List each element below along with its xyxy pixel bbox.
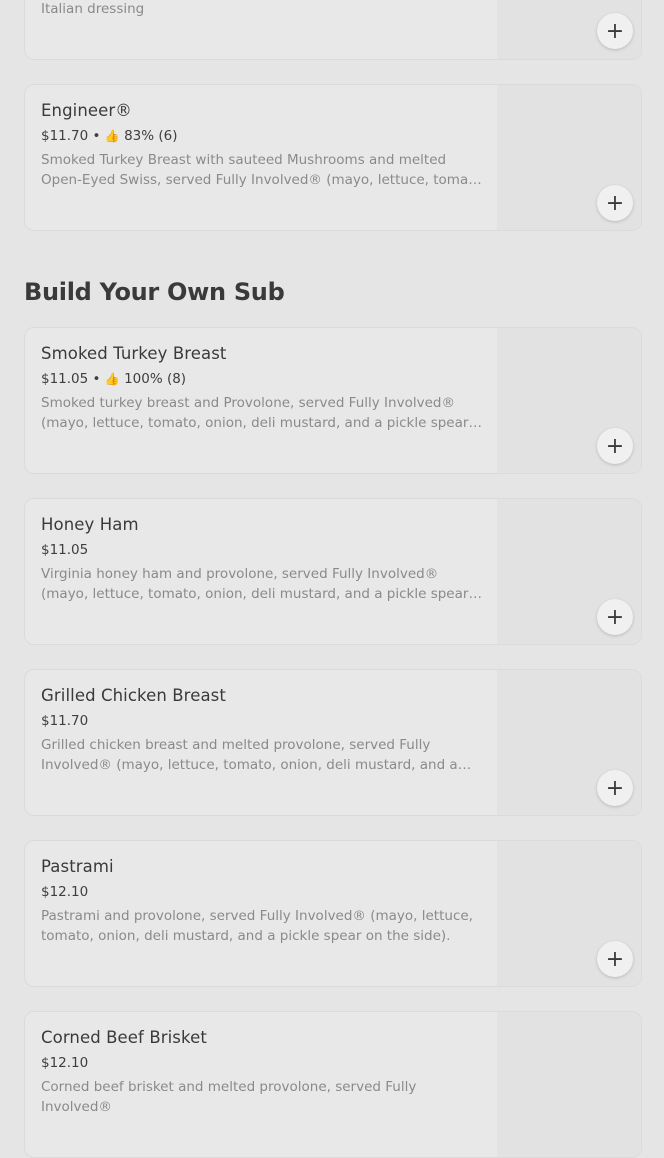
add-item-button[interactable]: + <box>597 428 633 464</box>
menu-item-card-partial[interactable]: Italian dressing + <box>24 0 642 60</box>
plus-icon: + <box>605 604 625 630</box>
add-item-button[interactable]: + <box>597 185 633 221</box>
menu-item-card[interactable]: Corned Beef Brisket $12.10 Corned beef b… <box>24 1011 642 1158</box>
item-description: Pastrami and provolone, served Fully Inv… <box>41 908 473 944</box>
item-description: Corned beef brisket and melted provolone… <box>41 1079 417 1115</box>
menu-item-card[interactable]: Grilled Chicken Breast $11.70 Grilled ch… <box>24 669 642 816</box>
item-name: Grilled Chicken Breast <box>41 686 226 705</box>
item-price: $11.70 <box>41 128 89 144</box>
thumbs-up-icon: 👍 <box>104 129 120 143</box>
plus-icon: + <box>605 433 625 459</box>
item-description: Smoked Turkey Breast with sauteed Mushro… <box>41 152 487 188</box>
item-image <box>497 1012 641 1157</box>
item-description: Smoked turkey breast and Provolone, serv… <box>41 395 469 431</box>
section-title: Build Your Own Sub <box>24 278 285 306</box>
separator: • <box>92 371 101 387</box>
plus-icon: + <box>605 18 625 44</box>
item-price: $12.10 <box>41 1055 89 1071</box>
item-name: Engineer® <box>41 101 132 120</box>
item-description: Virginia honey ham and provolone, served… <box>41 566 469 602</box>
menu-item-card[interactable]: Smoked Turkey Breast $11.05 • 👍 100% (8)… <box>24 327 642 474</box>
item-rating: 100% (8) <box>124 371 187 387</box>
item-description: Grilled chicken breast and melted provol… <box>41 737 458 773</box>
item-name: Smoked Turkey Breast <box>41 344 227 363</box>
item-rating: 83% (6) <box>124 128 178 144</box>
add-item-button[interactable]: + <box>597 599 633 635</box>
item-meta: $11.05 • 👍 100% (8) <box>41 371 487 387</box>
item-name: Corned Beef Brisket <box>41 1028 207 1047</box>
item-price: $12.10 <box>41 884 89 900</box>
item-name: Honey Ham <box>41 515 139 534</box>
separator: • <box>92 128 101 144</box>
item-description: Italian dressing <box>41 1 145 17</box>
thumbs-up-icon: 👍 <box>104 372 120 386</box>
add-item-button[interactable]: + <box>597 941 633 977</box>
menu-item-card[interactable]: Pastrami $12.10 Pastrami and provolone, … <box>24 840 642 987</box>
menu-item-card[interactable]: Honey Ham $11.05 Virginia honey ham and … <box>24 498 642 645</box>
plus-icon: + <box>605 190 625 216</box>
add-item-button[interactable]: + <box>597 770 633 806</box>
item-name: Pastrami <box>41 857 114 876</box>
add-item-button[interactable]: + <box>597 13 633 49</box>
item-meta: $11.70 • 👍 83% (6) <box>41 128 487 144</box>
menu-item-card[interactable]: Engineer® $11.70 • 👍 83% (6) Smoked Turk… <box>24 84 642 231</box>
item-price: $11.05 <box>41 542 89 558</box>
plus-icon: + <box>605 775 625 801</box>
item-price: $11.70 <box>41 713 89 729</box>
plus-icon: + <box>605 946 625 972</box>
item-price: $11.05 <box>41 371 89 387</box>
